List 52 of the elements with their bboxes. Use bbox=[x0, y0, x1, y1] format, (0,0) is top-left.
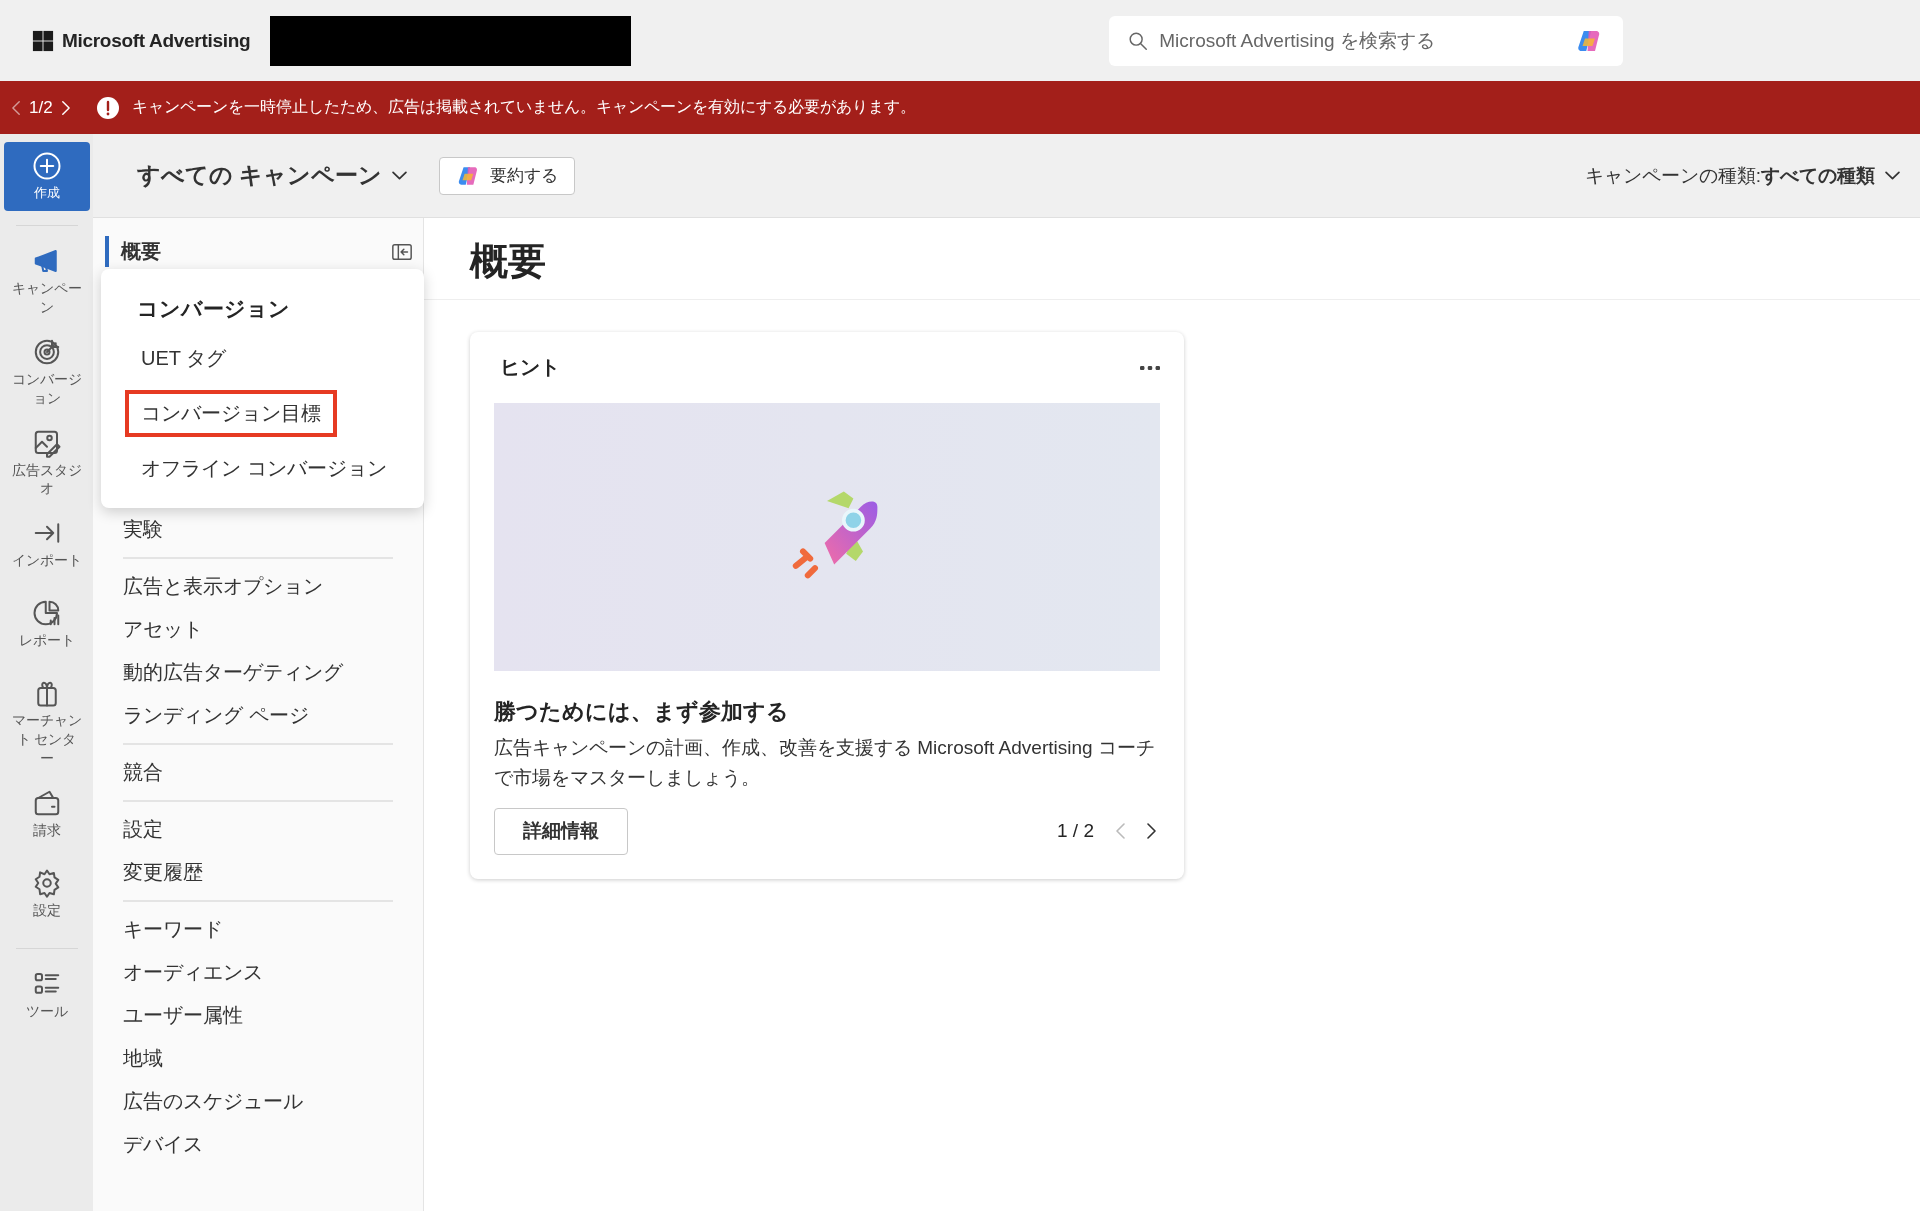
chevron-down-icon bbox=[1885, 171, 1900, 180]
nav-item[interactable]: キーワード bbox=[123, 908, 393, 951]
nav-item[interactable]: デバイス bbox=[123, 1123, 393, 1166]
create-button[interactable]: 作成 bbox=[3, 142, 90, 211]
nav-item[interactable]: オーディエンス bbox=[123, 951, 393, 994]
nav-item[interactable]: ユーザー属性 bbox=[123, 994, 393, 1037]
rail-nav-item[interactable]: レポート bbox=[1, 592, 92, 665]
rail-nav-item[interactable]: 設定 bbox=[1, 862, 92, 934]
menu-item[interactable]: コンバージョン目標 bbox=[125, 390, 337, 437]
chevron-right-icon bbox=[60, 99, 70, 116]
menu-heading: コンバージョン bbox=[137, 296, 290, 322]
banner-pager: 1/2 bbox=[29, 97, 53, 118]
campaign-scope-dropdown[interactable]: すべての キャンペーン bbox=[131, 159, 414, 192]
nav-item[interactable]: 変更履歴 bbox=[123, 851, 393, 894]
chevron-left-icon bbox=[1116, 822, 1126, 841]
nav-item[interactable]: 広告のスケジュール bbox=[123, 1080, 393, 1123]
nav-item[interactable]: 実験 bbox=[123, 508, 393, 551]
chevron-left-icon bbox=[12, 99, 21, 116]
windows-logo-icon bbox=[32, 29, 54, 52]
rail-nav-item[interactable]: 広告スタジオ bbox=[1, 421, 92, 505]
page-counter: 1 / 2 bbox=[1057, 820, 1094, 843]
more-icon bbox=[1140, 365, 1160, 370]
nav-item[interactable]: 広告と表示オプション bbox=[123, 565, 393, 608]
more-button[interactable] bbox=[1140, 365, 1160, 370]
summarize-button[interactable]: 要約する bbox=[439, 156, 576, 195]
nav-item[interactable]: 動的広告ターゲティング bbox=[123, 651, 393, 694]
rail-nav-item[interactable]: コンバージョン bbox=[1, 330, 92, 414]
brand-name: Microsoft Advertising bbox=[62, 29, 251, 52]
rail-nav-item[interactable]: ツール bbox=[1, 963, 92, 1035]
menu-item[interactable]: オフライン コンバージョン bbox=[125, 445, 403, 492]
nav-item[interactable]: 設定 bbox=[123, 808, 393, 851]
nav-item[interactable]: 競合 bbox=[123, 751, 393, 794]
chevron-right-icon bbox=[1146, 822, 1156, 841]
learn-more-button[interactable]: 詳細情報 bbox=[494, 807, 628, 855]
chevron-down-icon bbox=[392, 171, 408, 180]
alert-icon bbox=[95, 95, 120, 120]
page-title: 概要 bbox=[424, 218, 1920, 300]
rail-nav-item[interactable]: キャンペーン bbox=[1, 240, 92, 323]
tip-description: 広告キャンペーンの計画、作成、改善を支援する Microsoft Advertising コーチで市場をマスターしましょう。 bbox=[494, 736, 1156, 791]
menu-item[interactable]: UET タグ bbox=[125, 335, 243, 382]
nav-item[interactable]: ランディング ページ bbox=[123, 694, 393, 737]
plus-circle-icon bbox=[31, 151, 62, 181]
nav-item[interactable]: アセット bbox=[123, 608, 393, 651]
tip-headline: 勝つためには、まず参加する bbox=[494, 698, 790, 726]
rail-nav-item[interactable]: 請求 bbox=[1, 782, 92, 854]
rail-nav-item[interactable]: マーチャント センター bbox=[1, 672, 92, 774]
rail-nav-item[interactable]: インポート bbox=[1, 512, 92, 585]
alert-message: キャンペーンを一時停止したため、広告は掲載されていません。キャンペーンを有効にする必要があります。 bbox=[131, 97, 916, 117]
nav-item[interactable]: 地域 bbox=[123, 1037, 393, 1080]
campaign-type-dropdown[interactable]: キャンペーンの種類:すべての種類 bbox=[1578, 161, 1906, 190]
card-title: ヒント bbox=[500, 355, 560, 380]
search-field[interactable]: Microsoft Advertising を検索する bbox=[1109, 15, 1624, 66]
